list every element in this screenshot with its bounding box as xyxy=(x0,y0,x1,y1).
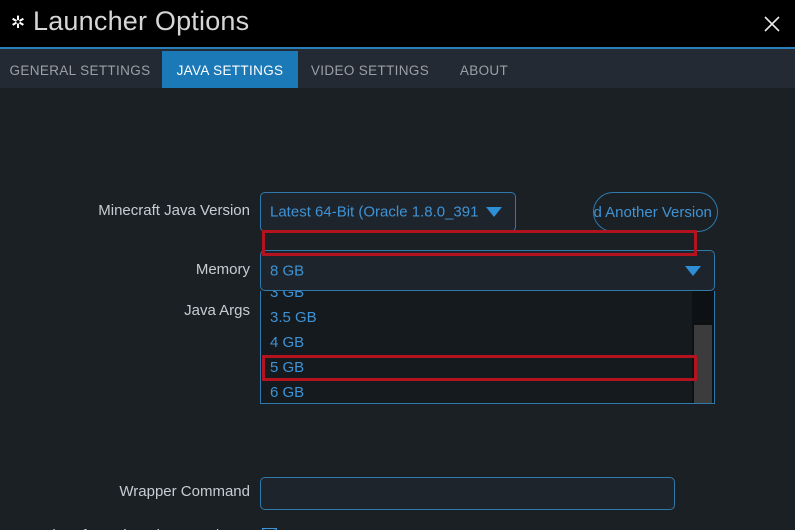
memory-option-label: 3.5 GB xyxy=(270,309,317,326)
memory-option[interactable]: 3 GB xyxy=(261,291,694,305)
tab-label: VIDEO SETTINGS xyxy=(310,63,430,78)
wrapper-command-label: Wrapper Command xyxy=(119,483,250,500)
memory-option[interactable]: 4 GB xyxy=(261,330,694,355)
window-title: Launcher Options xyxy=(33,6,250,36)
close-button[interactable] xyxy=(757,9,787,39)
memory-option-label: 6 GB xyxy=(270,384,305,401)
add-another-version-label: Add Another Version xyxy=(593,203,712,221)
java-version-dropdown[interactable]: Latest 64-Bit (Oracle 1.8.0_391 64... xyxy=(260,192,516,232)
java-settings-panel: Minecraft Java Version Latest 64-Bit (Or… xyxy=(0,88,795,530)
memory-option[interactable]: 5 GB xyxy=(261,355,694,380)
tab-about[interactable]: ABOUT xyxy=(444,51,524,90)
chevron-down-icon xyxy=(685,265,701,276)
tab-general-settings[interactable]: GENERAL SETTINGS xyxy=(0,51,160,90)
tab-video-settings[interactable]: VIDEO SETTINGS xyxy=(300,51,440,90)
close-icon xyxy=(764,16,780,32)
tab-strip: GENERAL SETTINGS JAVA SETTINGS VIDEO SET… xyxy=(0,47,795,90)
memory-dropdown-list[interactable]: 1.5 GB2 GB2.5 GB3 GB3.5 GB4 GB5 GB6 GB xyxy=(260,291,715,404)
memory-dropdown[interactable]: 8 GB xyxy=(260,250,715,291)
tab-label: GENERAL SETTINGS xyxy=(9,63,151,78)
dropdown-scrollbar-track[interactable] xyxy=(692,291,714,403)
tab-label: ABOUT xyxy=(459,63,509,78)
memory-option[interactable]: 6 GB xyxy=(261,380,694,403)
memory-option[interactable]: 3.5 GB xyxy=(261,305,694,330)
memory-label: Memory xyxy=(195,261,250,278)
gear-icon: ✲ xyxy=(10,13,26,32)
memory-value: 8 GB xyxy=(270,262,305,279)
launcher-options-window: ✲ Launcher Options GENERAL SETTINGS JAVA… xyxy=(0,0,795,530)
java-version-value: Latest 64-Bit (Oracle 1.8.0_391 64... xyxy=(270,203,479,221)
title-bar: ✲ Launcher Options xyxy=(0,0,795,47)
chevron-down-icon xyxy=(486,207,502,217)
memory-option-label: 3 GB xyxy=(270,291,305,301)
memory-option-label: 4 GB xyxy=(270,334,305,351)
dropdown-scrollbar-thumb[interactable] xyxy=(694,325,712,403)
tab-label: JAVA SETTINGS xyxy=(176,63,284,78)
tab-java-settings[interactable]: JAVA SETTINGS xyxy=(162,51,298,90)
java-version-label: Minecraft Java Version xyxy=(98,202,250,219)
wrapper-command-input[interactable] xyxy=(260,477,675,510)
add-another-version-button[interactable]: Add Another Version xyxy=(593,192,718,232)
memory-option-label: 5 GB xyxy=(270,359,305,376)
java-args-label: Java Args xyxy=(184,302,250,319)
